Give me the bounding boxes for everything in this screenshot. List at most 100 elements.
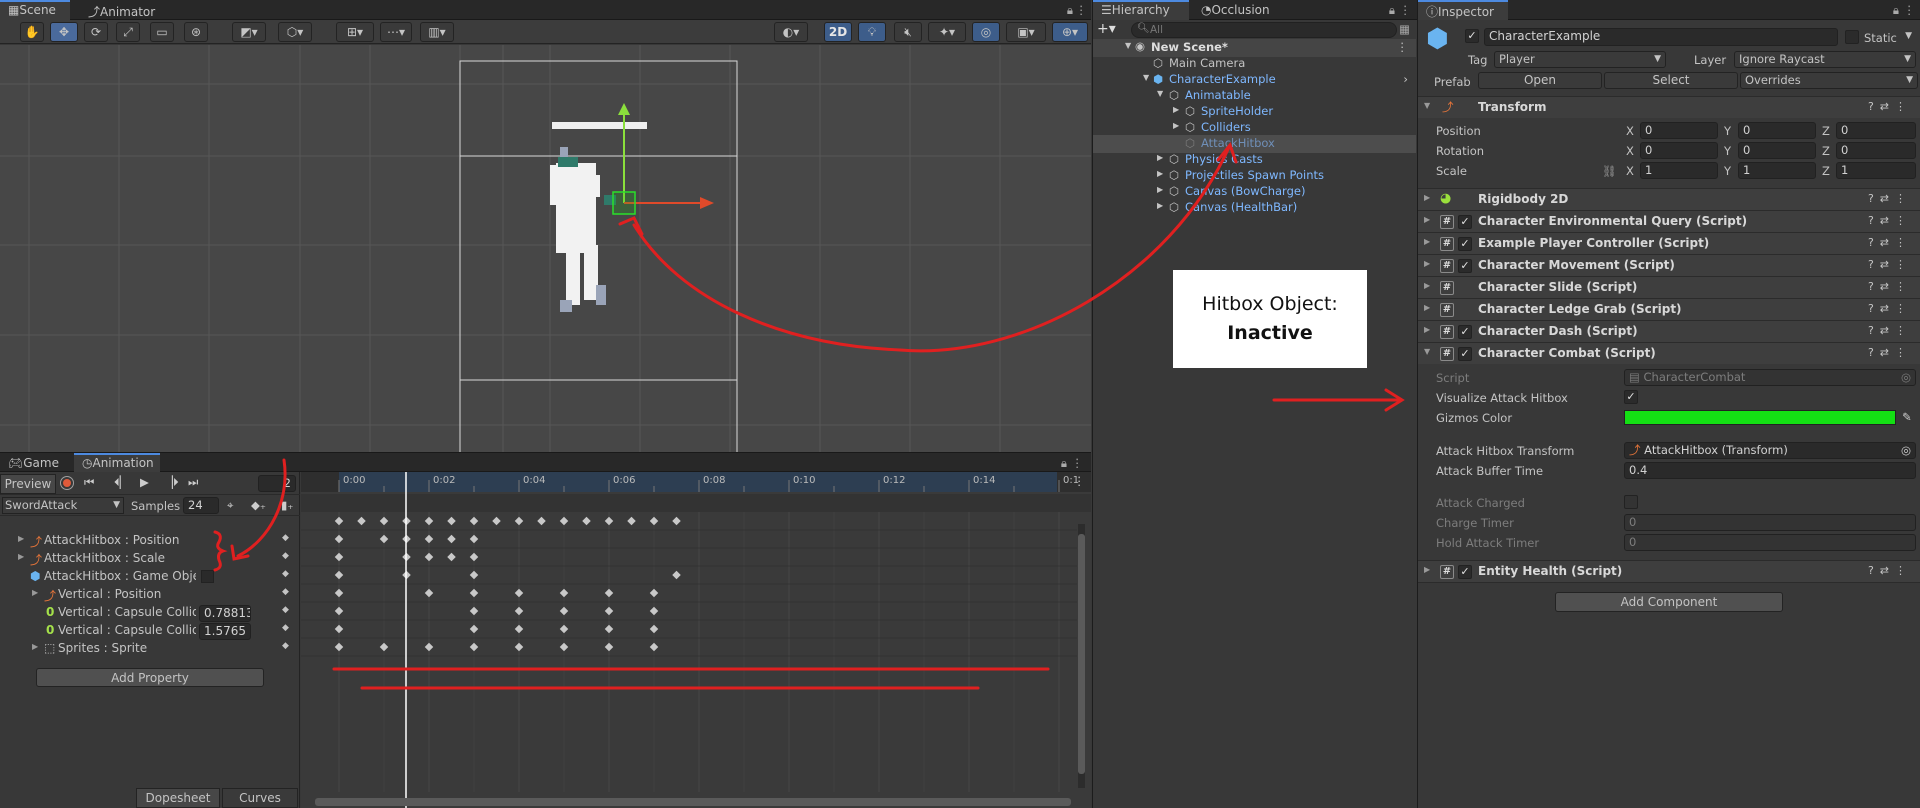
gizmos-color-swatch[interactable] <box>1624 410 1896 425</box>
audio-icon[interactable]: 🔇︎ <box>894 22 922 42</box>
attack-buffer-input[interactable]: 0.4 <box>1624 462 1916 479</box>
rigidbody2d-component-header[interactable]: ▶ ◕ Rigidbody 2D ?⇄⋮ <box>1418 188 1920 210</box>
hierarchy-search-input[interactable]: All <box>1131 22 1397 38</box>
add-property-button[interactable]: Add Property <box>36 668 264 687</box>
layer-dropdown[interactable]: Ignore Raycast ▼ <box>1734 51 1916 68</box>
visualize-hitbox-checkbox[interactable]: ✓ <box>1624 390 1638 404</box>
ledge-grab-component-header[interactable]: ▶ # Character Ledge Grab (Script) ?⇄⋮ <box>1418 298 1920 320</box>
property-value-input[interactable]: 1.5765 <box>199 623 251 640</box>
property-row[interactable]: 0 Vertical : Capsule Collider 0.78813 ◆ <box>0 604 300 622</box>
prefab-open-button[interactable]: Open <box>1478 72 1602 89</box>
character-combat-component-header[interactable]: ▼ # ✓ Character Combat (Script) ?⇄⋮ <box>1418 342 1920 364</box>
position-z-input[interactable]: 0 <box>1836 122 1916 139</box>
mode-2d-button[interactable]: 2D <box>824 22 852 42</box>
prev-key-icon[interactable]: ⏴︎▏ <box>114 475 129 490</box>
player-controller-component-header[interactable]: ▶ # ✓ Example Player Controller (Script) ?⇄… <box>1418 232 1920 254</box>
more-icon[interactable]: ⋮ <box>1072 456 1084 470</box>
transform-tool-icon[interactable]: ⊛ <box>184 22 208 42</box>
snap-increment-icon[interactable]: ⋯▾ <box>380 22 412 42</box>
hand-tool-icon[interactable]: ✋ <box>20 22 44 42</box>
hierarchy-item-canvas-healthbar[interactable]: ▶ ⬡ Canvas (HealthBar) <box>1093 199 1416 217</box>
hidden-objects-icon[interactable]: ◎ <box>972 22 1000 42</box>
first-key-icon[interactable]: ⏮ <box>84 475 94 490</box>
create-icon[interactable]: +▾ <box>1097 21 1116 37</box>
tab-scene[interactable]: ▦ Scene <box>0 0 70 20</box>
samples-input[interactable]: 24 <box>183 497 219 514</box>
hitbox-transform-field[interactable]: ⤴ AttackHitbox (Transform) ◎ <box>1624 442 1916 459</box>
prefab-select-button[interactable]: Select <box>1604 72 1738 89</box>
character-dash-component-header[interactable]: ▶ # ✓ Character Dash (Script) ?⇄⋮ <box>1418 320 1920 342</box>
scene-viewport[interactable] <box>0 45 1091 452</box>
last-key-icon[interactable]: ⏭ <box>188 475 198 490</box>
curves-tab[interactable]: Curves <box>222 788 298 808</box>
more-icon[interactable]: ⋮ <box>1400 3 1412 17</box>
global-icon[interactable]: ⬡▾ <box>278 22 312 42</box>
camera-icon[interactable]: ▣▾ <box>1006 22 1046 42</box>
constrain-proportions-icon[interactable]: ⛓︎ <box>1602 164 1617 178</box>
position-x-input[interactable]: 0 <box>1640 122 1718 139</box>
tab-hierarchy[interactable]: ☰ Hierarchy <box>1093 0 1189 20</box>
tab-game[interactable]: 🎮︎ Game <box>0 453 67 473</box>
timeline-hscrollbar[interactable] <box>315 798 1071 806</box>
rotation-z-input[interactable]: 0 <box>1836 142 1916 159</box>
scale-tool-icon[interactable]: ⤢ <box>116 22 140 42</box>
next-key-icon[interactable]: ▕⏵︎ <box>164 475 179 490</box>
add-event-icon[interactable]: ▮₊ <box>281 498 293 512</box>
tab-animation[interactable]: ◷ Animation <box>74 453 160 473</box>
character-slide-component-header[interactable]: ▶ # Character Slide (Script) ?⇄⋮ <box>1418 276 1920 298</box>
grid-snap-icon[interactable]: ⊞▾ <box>336 22 374 42</box>
attack-hitbox-gizmo[interactable] <box>612 191 636 215</box>
gameobject-active-checkbox[interactable] <box>201 570 214 583</box>
search-by-type-icon[interactable]: ▦ <box>1399 22 1410 36</box>
rotation-x-input[interactable]: 0 <box>1640 142 1718 159</box>
gizmos-icon[interactable]: ⊕▾ <box>1052 22 1088 42</box>
dopesheet-keys[interactable] <box>301 472 1091 808</box>
add-component-button[interactable]: Add Component <box>1555 592 1783 612</box>
lighting-icon[interactable]: 💡︎ <box>858 22 886 42</box>
environmental-query-component-header[interactable]: ▶ # ✓ Character Environmental Query (Scrip… <box>1418 210 1920 232</box>
preview-button[interactable]: Preview <box>0 474 56 494</box>
tab-animator[interactable]: ⤴ Animator <box>80 0 163 20</box>
frame-input[interactable]: 2 <box>258 475 296 492</box>
prefab-overrides-dropdown[interactable]: Overrides ▼ <box>1740 72 1918 89</box>
rotate-tool-icon[interactable]: ⟳ <box>84 22 108 42</box>
move-tool-icon[interactable]: ✥ <box>50 22 78 42</box>
rect-tool-icon[interactable]: ▭ <box>150 22 174 42</box>
add-keyframe-icon[interactable]: ◆₊ <box>251 498 266 512</box>
property-row[interactable]: ▶ ⤴ Vertical : Position ◆ <box>0 586 300 604</box>
lock-icon[interactable]: 🔒︎ <box>1389 3 1395 18</box>
static-checkbox[interactable] <box>1845 30 1859 44</box>
entity-health-component-header[interactable]: ▶ # ✓ Entity Health (Script) ?⇄⋮ <box>1418 560 1920 582</box>
property-row[interactable]: ▶ ⬚ Sprites : Sprite ◆ <box>0 640 300 658</box>
draw-mode-icon[interactable]: ◐▾ <box>774 22 808 42</box>
object-name-input[interactable]: CharacterExample <box>1484 28 1838 46</box>
property-row[interactable]: ▶ ⤴ AttackHitbox : Position ◆ <box>0 532 300 550</box>
play-icon[interactable]: ▶︎ <box>140 475 149 489</box>
dopesheet-tab[interactable]: Dopesheet <box>136 788 220 808</box>
more-icon[interactable]: ⋮ <box>1904 3 1916 17</box>
scale-x-input[interactable]: 1 <box>1640 162 1718 179</box>
property-row[interactable]: 0 Vertical : Capsule Collider 1.5765 ◆ <box>0 622 300 640</box>
scale-z-input[interactable]: 1 <box>1836 162 1916 179</box>
tab-inspector[interactable]: ⓘ Inspector <box>1418 0 1508 20</box>
lock-icon[interactable]: 🔒︎ <box>1061 456 1067 471</box>
more-icon[interactable]: ⋮ <box>1076 3 1088 17</box>
property-row[interactable]: ▶ ⤴ AttackHitbox : Scale ◆ <box>0 550 300 568</box>
filter-icon[interactable]: ⌖ <box>227 498 233 513</box>
effects-icon[interactable]: ✦▾ <box>928 22 966 42</box>
character-movement-component-header[interactable]: ▶ # ✓ Character Movement (Script) ?⇄⋮ <box>1418 254 1920 276</box>
lock-icon[interactable]: 🔒︎ <box>1067 3 1073 18</box>
property-value-input[interactable]: 0.78813 <box>199 605 251 622</box>
record-button[interactable] <box>60 476 74 490</box>
transform-component-header[interactable]: ▼ ⤴ Transform ?⇄⋮ <box>1418 96 1920 118</box>
grid-visibility-icon[interactable]: ▥▾ <box>420 22 454 42</box>
position-y-input[interactable]: 0 <box>1738 122 1816 139</box>
scale-y-input[interactable]: 1 <box>1738 162 1816 179</box>
eyedropper-icon[interactable]: ✎ <box>1902 410 1912 424</box>
active-checkbox[interactable]: ✓ <box>1465 29 1479 43</box>
clip-dropdown[interactable]: SwordAttack ▼ <box>2 497 124 514</box>
dopesheet-timeline[interactable]: ⋮ <box>301 472 1091 808</box>
lock-icon[interactable]: 🔒︎ <box>1893 3 1899 18</box>
tab-occlusion[interactable]: ◔ Occlusion <box>1193 0 1278 20</box>
rotation-y-input[interactable]: 0 <box>1738 142 1816 159</box>
